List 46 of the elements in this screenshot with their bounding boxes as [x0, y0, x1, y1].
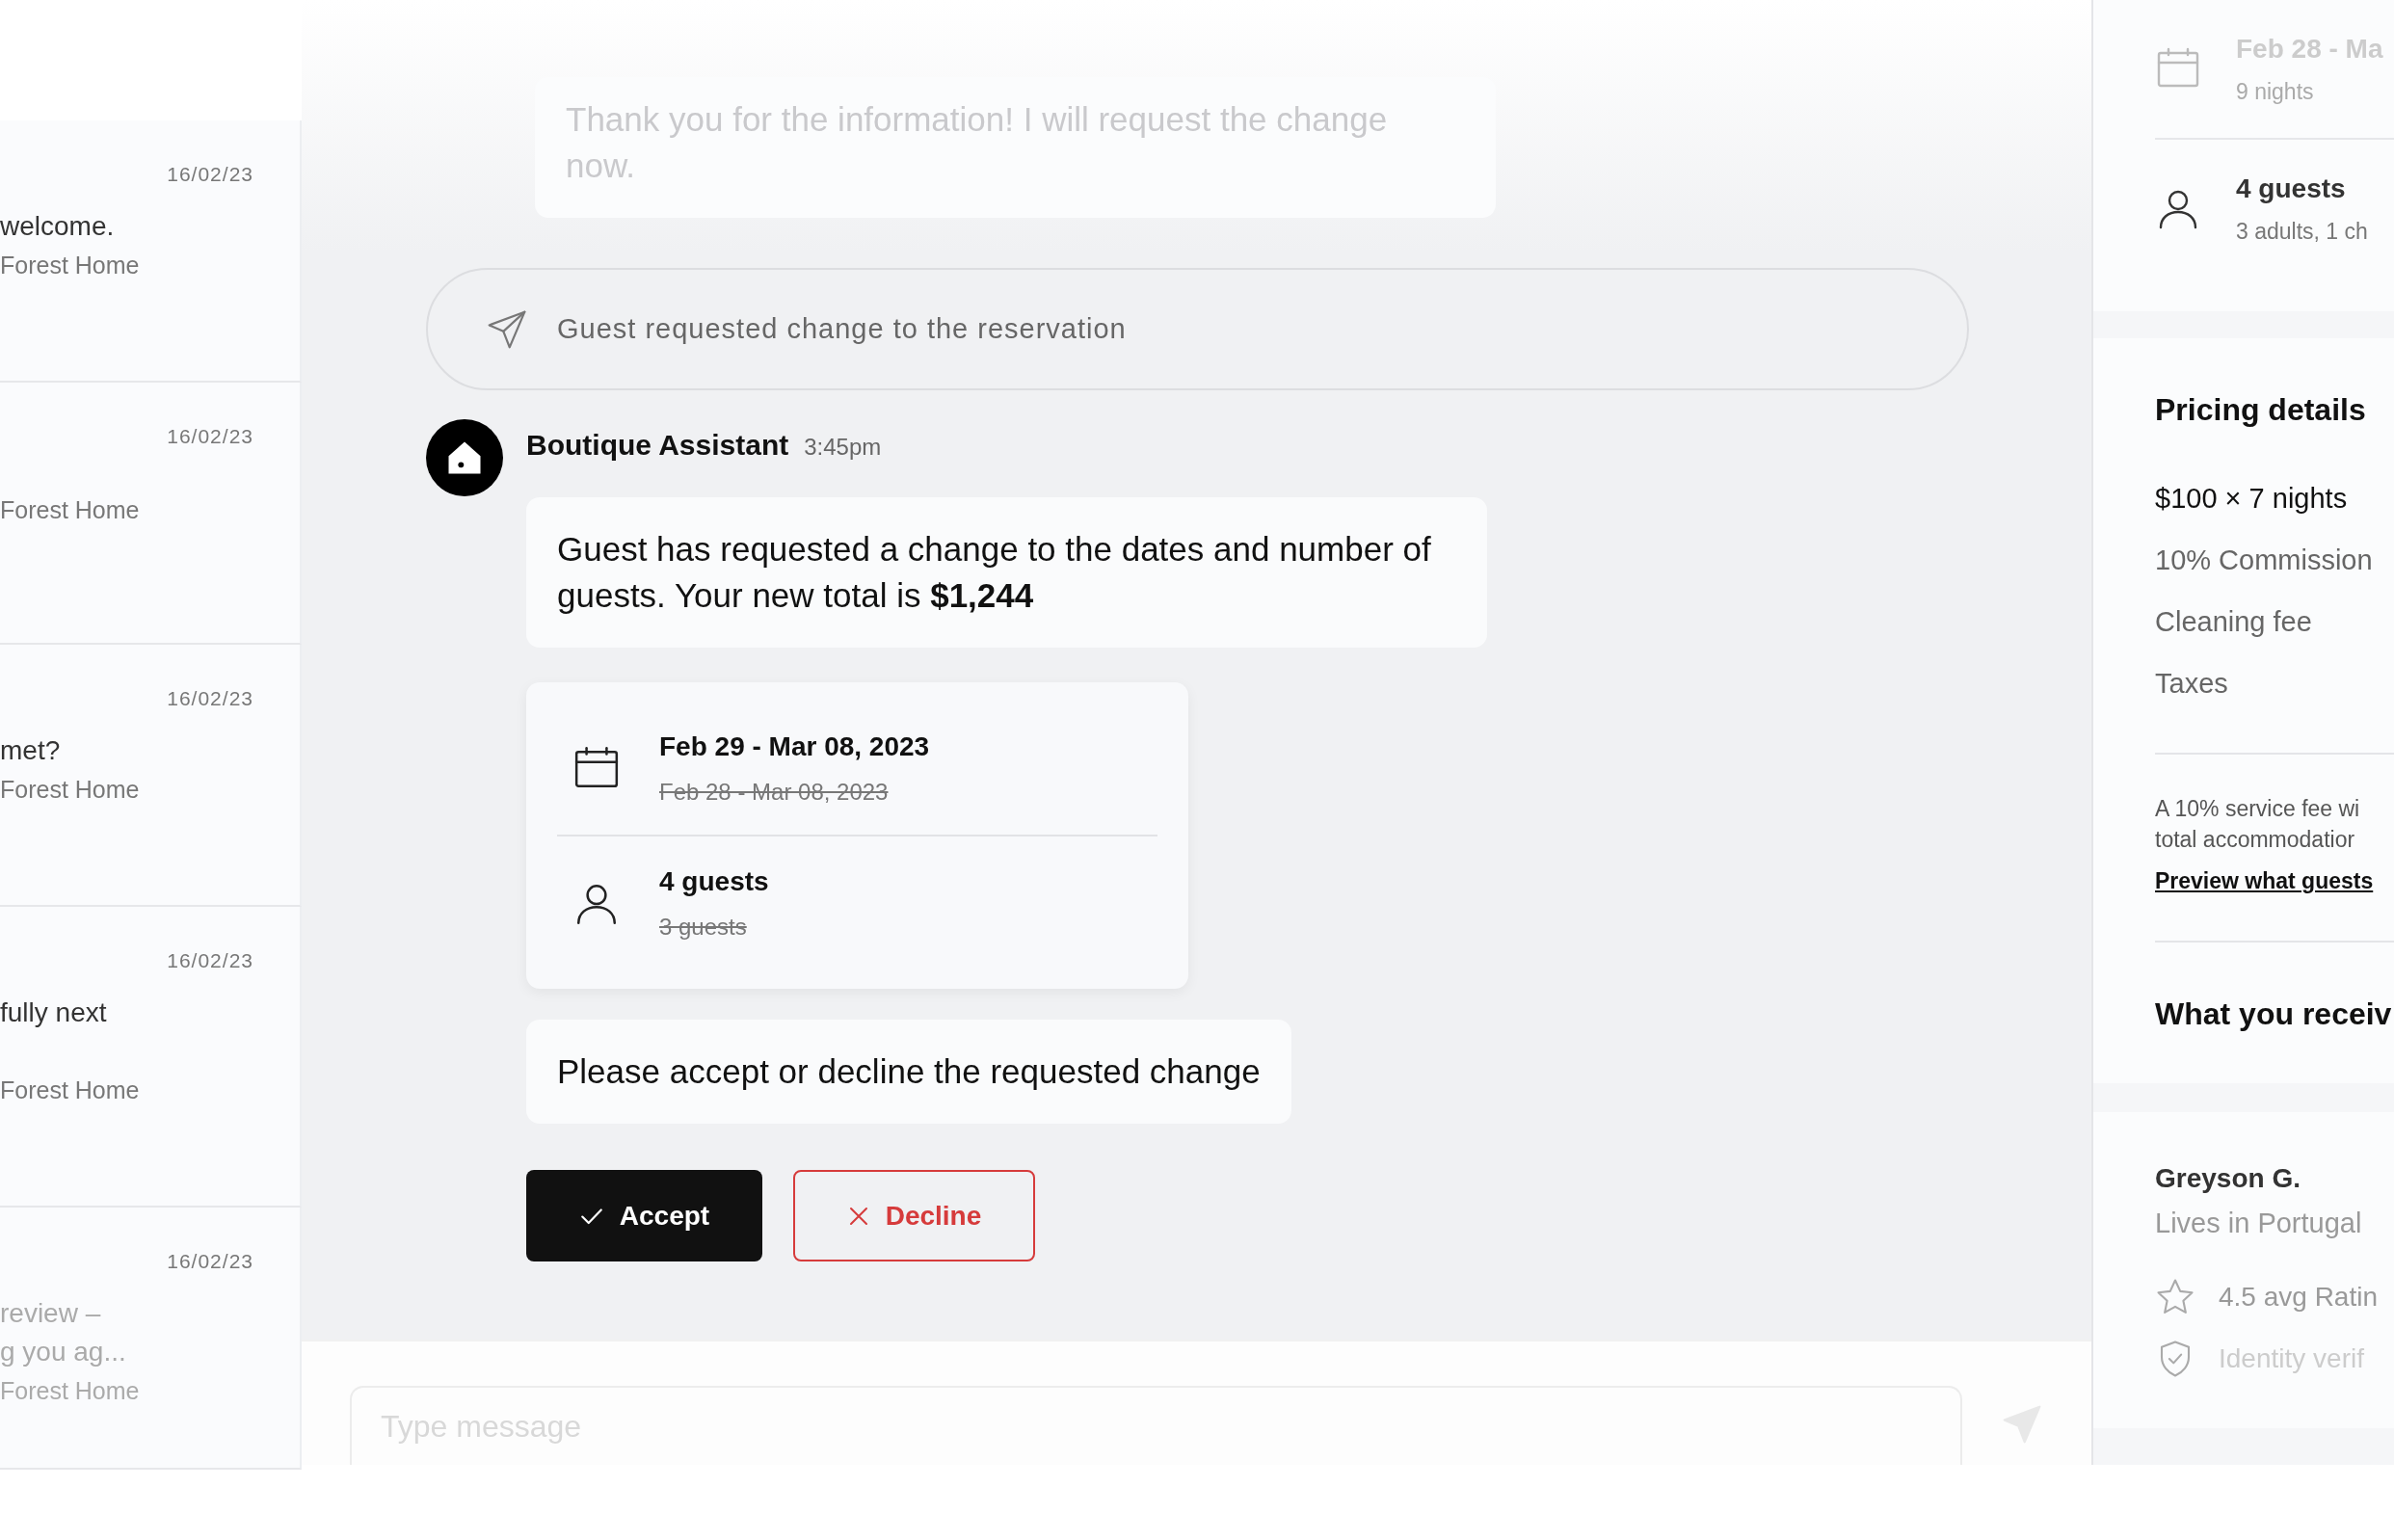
message-bubble: Please accept or decline the requested change — [526, 1020, 1291, 1124]
property-name: Forest Home — [0, 250, 141, 280]
notice-text: Guest requested change to the reservation — [557, 311, 1127, 346]
message-date: 16/02/23 — [166, 1249, 253, 1274]
property-name: Forest Home — [0, 494, 141, 525]
host-fact: 4.5 avg Ratin — [2219, 1280, 2378, 1314]
property-name: Forest Home — [0, 774, 141, 805]
section-title: Pricing details — [2155, 391, 2367, 429]
booking-detail: 3 adults, 1 ch — [2236, 217, 2368, 246]
property-name: Forest Home — [0, 1075, 141, 1105]
new-value: Feb 29 - Mar 08, 2023 — [659, 730, 930, 763]
conversation-item[interactable]: 16/02/23 fully next Forest Home — [0, 907, 302, 1208]
message-preview: review – — [0, 1296, 102, 1330]
accept-button[interactable]: Accept — [526, 1170, 762, 1261]
old-value: Feb 28 - Mar 08, 2023 — [659, 778, 890, 807]
booking-detail: 9 nights — [2236, 78, 2315, 106]
conversation-item[interactable]: 16/02/23 Forest Home — [0, 383, 302, 645]
message-preview: welcome. — [0, 209, 116, 243]
message-time: 3:45pm — [804, 433, 882, 462]
new-value: 4 guests — [659, 865, 769, 898]
message-date: 16/02/23 — [166, 948, 253, 973]
preview-link[interactable]: Preview what guests — [2155, 864, 2374, 898]
host-location: Lives in Portugal — [2155, 1206, 2363, 1240]
old-value: 3 guests — [659, 913, 748, 942]
price-label: 10% Commission — [2155, 544, 2374, 577]
conversation-item[interactable]: 16/02/23 met? Forest Home — [0, 645, 302, 907]
message-date: 16/02/23 — [166, 686, 253, 711]
decline-button[interactable]: Decline — [793, 1170, 1035, 1261]
price-label: Taxes — [2155, 667, 2229, 701]
conversation-item[interactable]: 16/02/23 welcome. Forest Home — [0, 120, 302, 383]
message-bubble: Guest has requested a change to the dates and number of guests. Your new total is $1,244 — [526, 497, 1487, 648]
host-name: Greyson G. — [2155, 1161, 2301, 1195]
property-name: Forest Home — [0, 1375, 141, 1406]
message-date: 16/02/23 — [166, 162, 253, 187]
message-date: 16/02/23 — [166, 424, 253, 449]
sender-name: Boutique Assistant — [526, 428, 789, 463]
message-preview: fully next — [0, 996, 108, 1029]
section-title: What you receiv — [2155, 995, 2393, 1033]
service-fee-note: total accommodatior — [2155, 826, 2356, 854]
message-preview: g you ag... — [0, 1335, 127, 1368]
conversation-item[interactable]: 16/02/23 review – g you ag... Forest Home — [0, 1208, 302, 1470]
message-preview: met? — [0, 733, 62, 767]
price-label: $100 × 7 nights — [2155, 482, 2349, 516]
service-fee-note: A 10% service fee wi — [2155, 795, 2361, 823]
booking-title: 4 guests — [2236, 172, 2347, 205]
price-label: Cleaning fee — [2155, 605, 2313, 639]
